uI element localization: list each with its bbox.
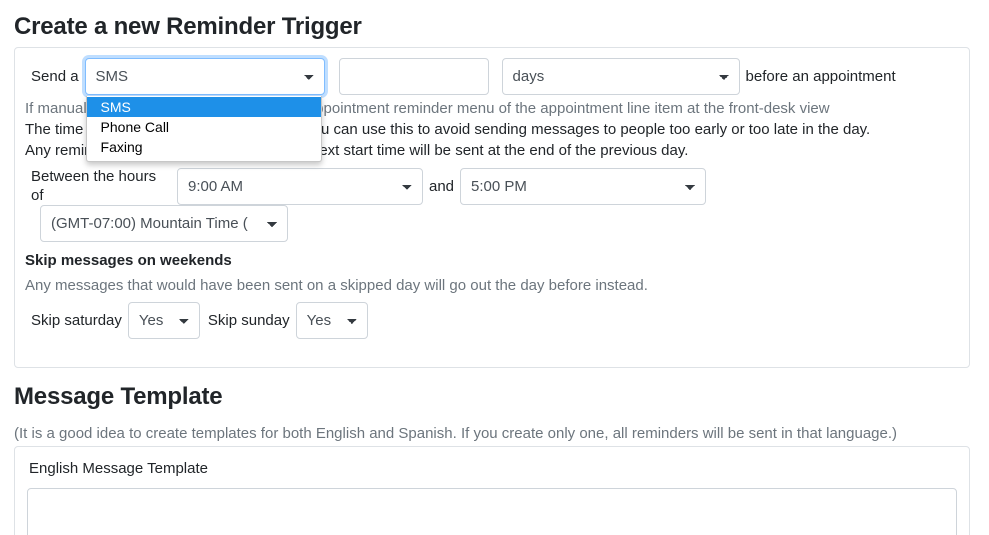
reminder-trigger-page: Create a new Reminder Trigger Send a SMS… xyxy=(0,0,989,535)
channel-option-phone-call[interactable]: Phone Call xyxy=(87,117,321,137)
message-template-card: English Message Template xyxy=(14,446,970,535)
channel-select-wrapper: SMS SMS Phone Call Faxing xyxy=(84,58,325,162)
send-a-row: Send a SMS SMS Phone Call Faxing days be… xyxy=(23,58,961,162)
page-title: Create a new Reminder Trigger xyxy=(14,13,362,40)
start-time-select[interactable]: 9:00 AM xyxy=(177,167,423,205)
message-template-title: Message Template xyxy=(14,383,223,410)
amount-input[interactable] xyxy=(338,58,489,95)
message-template-note: (It is a good idea to create templates f… xyxy=(14,425,898,442)
hours-row: Between the hours of 9:00 AM and 5:00 PM… xyxy=(23,161,961,242)
unit-select[interactable]: days xyxy=(501,58,740,95)
channel-option-faxing[interactable]: Faxing xyxy=(87,137,321,157)
skip-saturday-label: Skip saturday xyxy=(31,312,122,329)
trigger-settings-card: Send a SMS SMS Phone Call Faxing days be… xyxy=(14,47,970,368)
english-template-textarea[interactable] xyxy=(27,488,957,535)
skip-weekends-note: Any messages that would have been sent o… xyxy=(25,277,648,294)
end-time-select[interactable]: 5:00 PM xyxy=(460,167,707,205)
skip-sunday-label: Skip sunday xyxy=(207,312,290,329)
skip-weekends-heading: Skip messages on weekends xyxy=(25,252,232,269)
channel-select-dropdown[interactable]: SMS Phone Call Faxing xyxy=(85,96,322,162)
channel-option-sms[interactable]: SMS xyxy=(86,97,321,117)
between-hours-label: Between the hours of xyxy=(31,168,157,204)
and-label: and xyxy=(429,177,455,195)
skip-saturday-select[interactable]: Yes xyxy=(127,302,200,339)
english-template-label: English Message Template xyxy=(29,460,208,477)
send-a-label: Send a xyxy=(31,68,79,85)
skip-days-row: Skip saturday Yes Skip sunday Yes xyxy=(23,296,961,339)
timezone-select[interactable]: (GMT-07:00) Mountain Time ( xyxy=(40,205,288,242)
before-appointment-label: before an appointment xyxy=(745,68,896,85)
skip-sunday-select[interactable]: Yes xyxy=(295,302,368,339)
channel-select[interactable]: SMS xyxy=(84,58,325,95)
